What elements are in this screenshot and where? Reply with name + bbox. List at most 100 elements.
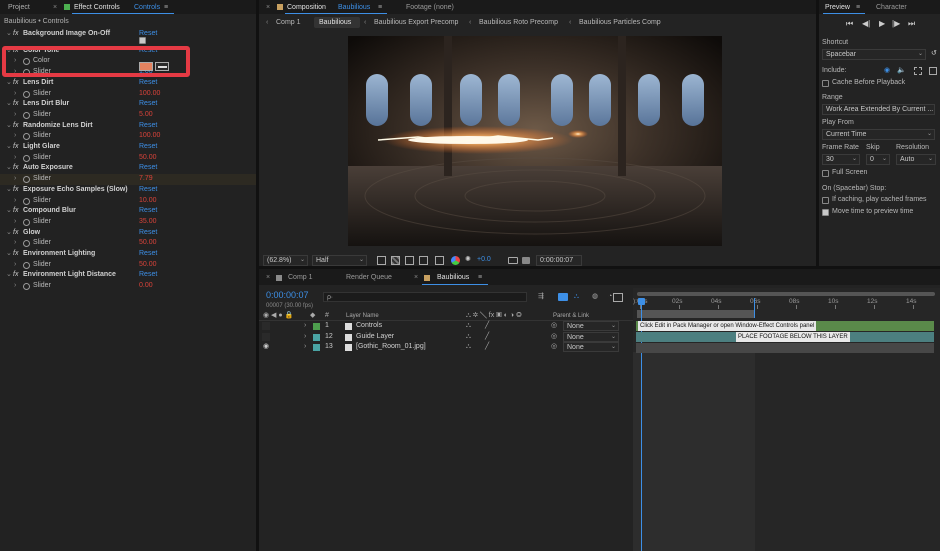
- twirl-arrow-icon[interactable]: ⌄: [6, 185, 12, 195]
- layer-name[interactable]: [Gothic_Room_01.jpg]: [356, 342, 426, 352]
- channel-icon[interactable]: [435, 256, 444, 265]
- twirl-arrow-icon[interactable]: ›: [14, 89, 16, 99]
- exposure-reset-icon[interactable]: ✺: [465, 255, 471, 265]
- effect-property-row[interactable]: › Slider 50.00: [0, 153, 256, 164]
- twirl-arrow-icon[interactable]: ⌄: [6, 29, 12, 39]
- panel-menu-icon[interactable]: ≡: [164, 3, 168, 13]
- shy-layers-icon[interactable]: ⛬: [574, 292, 579, 302]
- twirl-arrow-icon[interactable]: ›: [14, 153, 16, 163]
- effect-row[interactable]: ⌄ fx Environment Lighting Reset: [0, 249, 256, 260]
- layer-row[interactable]: › 12 Guide Layer ⛬ ╱ ◎ None ⌄: [259, 331, 633, 343]
- property-value[interactable]: 0.00: [139, 281, 153, 291]
- fx-icon[interactable]: fx: [13, 228, 18, 238]
- move-time-checkbox[interactable]: [822, 209, 829, 216]
- eye-toggle[interactable]: [262, 322, 270, 330]
- effect-row[interactable]: ⌄ fx Light Glare Reset: [0, 142, 256, 153]
- region-of-interest-icon[interactable]: [377, 256, 386, 265]
- twirl-arrow-icon[interactable]: ›: [14, 238, 16, 248]
- tab-effect-controls[interactable]: Effect Controls: [74, 3, 120, 13]
- layer-row[interactable]: ◉ › 13 [Gothic_Room_01.jpg] ⛬ ╱ ◎ None ⌄: [259, 342, 633, 353]
- effect-row[interactable]: ⌄ fx Randomize Lens Dirt Reset: [0, 121, 256, 132]
- effect-row[interactable]: ⌄ fx Lens Dirt Blur Reset: [0, 99, 256, 110]
- resolution-dropdown[interactable]: Half ⌄: [312, 255, 367, 266]
- close-icon[interactable]: ×: [266, 273, 270, 283]
- effect-property-row[interactable]: › Slider 50.00: [0, 260, 256, 271]
- parent-pickwhip-icon[interactable]: ◎: [551, 342, 557, 352]
- layer-bar-guide[interactable]: PLACE FOOTAGE BELOW THIS LAYER: [636, 332, 934, 342]
- eye-toggle[interactable]: [262, 332, 270, 341]
- stopwatch-icon[interactable]: [23, 90, 30, 98]
- twirl-arrow-icon[interactable]: ›: [14, 131, 16, 141]
- tab-footage[interactable]: Footage (none): [406, 3, 454, 13]
- effect-property-row[interactable]: › Slider 100.00: [0, 89, 256, 100]
- fx-icon[interactable]: fx: [13, 163, 18, 173]
- reset-link[interactable]: Reset: [139, 163, 157, 173]
- twirl-arrow-icon[interactable]: ⌄: [6, 78, 12, 88]
- tab-comp1[interactable]: Comp 1: [288, 273, 313, 283]
- reset-link[interactable]: Reset: [139, 121, 157, 131]
- twirl-arrow-icon[interactable]: ⌄: [6, 249, 12, 259]
- eyedropper-button[interactable]: [155, 62, 169, 71]
- parent-pickwhip-icon[interactable]: ◎: [551, 332, 557, 342]
- first-frame-icon[interactable]: ⏮: [846, 19, 853, 29]
- twirl-arrow-icon[interactable]: ›: [304, 332, 306, 342]
- twirl-arrow-icon[interactable]: ⌄: [6, 163, 12, 173]
- tab-baubilious[interactable]: Baubilious: [437, 273, 469, 283]
- twirl-arrow-icon[interactable]: ›: [14, 281, 16, 291]
- reset-link[interactable]: Reset: [139, 228, 157, 238]
- stopwatch-icon[interactable]: [23, 111, 30, 119]
- col-layer-name-header[interactable]: Layer Name: [346, 311, 379, 321]
- fx-icon[interactable]: fx: [13, 270, 18, 280]
- property-value[interactable]: 7.79: [139, 174, 153, 184]
- effect-row[interactable]: ⌄ fx Auto Exposure Reset: [0, 163, 256, 174]
- include-layers-icon[interactable]: [929, 67, 937, 75]
- last-frame-icon[interactable]: ⏭: [908, 19, 915, 29]
- stopwatch-icon[interactable]: [23, 283, 30, 291]
- include-audio-icon[interactable]: 🔈: [897, 66, 906, 76]
- twirl-arrow-icon[interactable]: ›: [14, 196, 16, 206]
- close-icon[interactable]: ×: [414, 273, 418, 283]
- layer-bar-controls[interactable]: Click Edit in Pack Manager or open Windo…: [636, 321, 934, 331]
- mask-visibility-icon[interactable]: [405, 256, 414, 265]
- parent-pickwhip-icon[interactable]: ◎: [551, 321, 557, 331]
- range-dropdown[interactable]: Work Area Extended By Current ...: [822, 104, 935, 115]
- property-value[interactable]: 35.00: [139, 217, 157, 227]
- reset-link[interactable]: Reset: [139, 78, 157, 88]
- stopwatch-icon[interactable]: [23, 218, 30, 226]
- property-value[interactable]: 100.00: [139, 89, 160, 99]
- show-snapshot-icon[interactable]: [522, 257, 530, 264]
- twirl-arrow-icon[interactable]: ⌄: [6, 121, 12, 131]
- twirl-arrow-icon[interactable]: ›: [14, 174, 16, 184]
- play-from-dropdown[interactable]: Current Time ⌄: [822, 129, 935, 140]
- include-overlays-icon[interactable]: [914, 67, 922, 75]
- twirl-arrow-icon[interactable]: ⌄: [6, 142, 12, 152]
- parent-dropdown[interactable]: None ⌄: [563, 331, 619, 342]
- effect-property-row[interactable]: › Slider 35.00: [0, 217, 256, 228]
- include-video-icon[interactable]: ◉: [884, 66, 890, 76]
- twirl-arrow-icon[interactable]: ⌄: [6, 270, 12, 280]
- tab-character[interactable]: Character: [876, 3, 907, 13]
- fx-icon[interactable]: fx: [13, 78, 18, 88]
- cache-before-playback-checkbox[interactable]: [822, 80, 829, 87]
- twirl-arrow-icon[interactable]: ›: [304, 342, 306, 352]
- effect-property-row[interactable]: › Slider 5.00: [0, 110, 256, 121]
- frame-rate-dropdown[interactable]: 30 ⌄: [822, 154, 860, 165]
- frame-blending-icon[interactable]: ◍: [592, 292, 598, 302]
- panel-menu-icon[interactable]: ≡: [478, 273, 482, 283]
- skip-dropdown[interactable]: 0 ⌄: [866, 154, 890, 165]
- property-value[interactable]: 50.00: [139, 260, 157, 270]
- stopwatch-icon[interactable]: [23, 240, 30, 248]
- effect-property-row[interactable]: › Slider 10.00: [0, 196, 256, 207]
- label-color-swatch[interactable]: [313, 323, 320, 330]
- twirl-arrow-icon[interactable]: ›: [14, 217, 16, 227]
- layer-bar-footage[interactable]: [636, 343, 934, 353]
- tab-project[interactable]: Project: [8, 3, 30, 13]
- tab-render-queue[interactable]: Render Queue: [346, 273, 392, 283]
- shortcut-dropdown[interactable]: Spacebar ⌄: [822, 49, 926, 60]
- full-screen-checkbox[interactable]: [822, 170, 829, 177]
- property-value[interactable]: 100.00: [139, 131, 160, 141]
- quality-switch-icon[interactable]: ╱: [485, 321, 489, 331]
- background-checkbox[interactable]: [139, 36, 146, 44]
- reset-link[interactable]: Reset: [139, 99, 157, 109]
- fx-icon[interactable]: fx: [13, 185, 18, 195]
